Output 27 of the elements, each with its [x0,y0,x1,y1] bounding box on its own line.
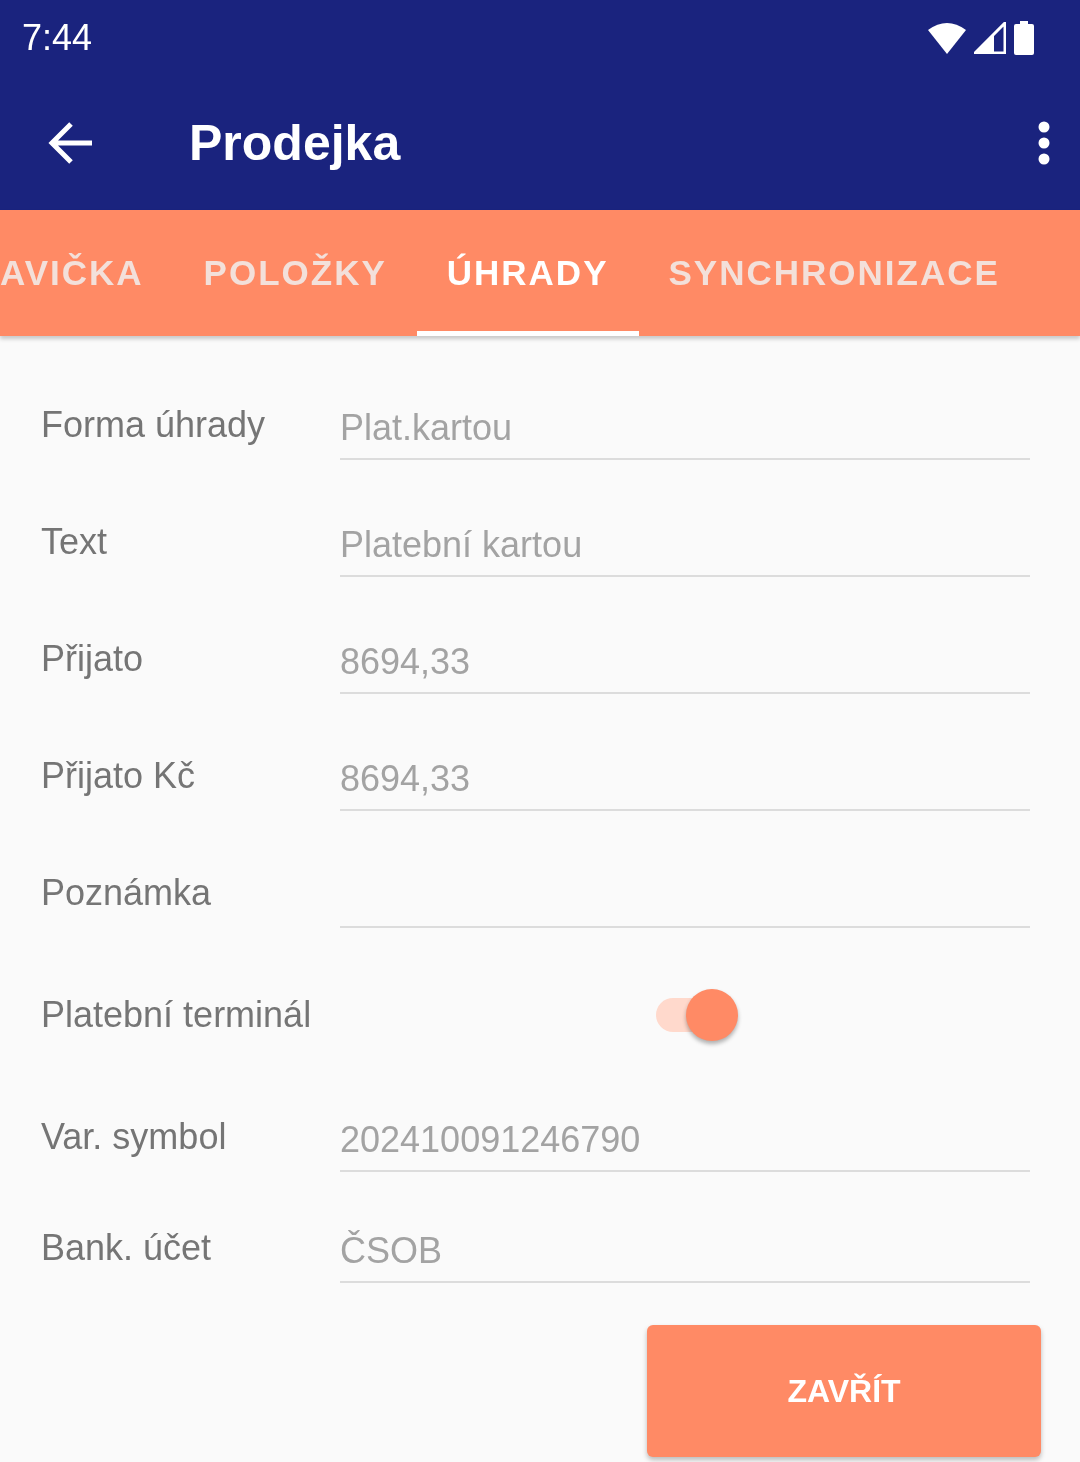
field-label: Přijato Kč [41,754,197,797]
status-time: 7:44 [22,16,93,59]
field-label: Přijato [41,637,145,680]
input-field[interactable]: ČSOB [340,1221,1030,1283]
input-field[interactable]: 8694,33 [340,748,1030,811]
tab[interactable]: POLOŽKY [173,210,417,336]
tab[interactable]: ÚHRADY [416,210,639,336]
toggle-switch[interactable] [656,988,738,1041]
input-field[interactable]: 8694,33 [340,631,1030,694]
field-label: Bank. účet [41,1227,213,1269]
field-label: Text [41,520,109,563]
field-label: Poznámka [41,871,213,914]
app-title: Prodejka [189,113,402,172]
input-field[interactable]: Platební kartou [340,514,1030,577]
more-menu-icon[interactable] [1038,120,1050,165]
tab[interactable]: AVIČKA [0,210,174,336]
battery-icon [1014,20,1034,55]
field-label: Forma úhrady [41,403,267,446]
signal-icon [974,21,1006,54]
input-field[interactable]: Plat.kartou [340,397,1030,460]
input-field[interactable]: 202410091246790 [340,1109,1030,1172]
back-arrow-icon[interactable] [48,119,94,166]
close-button[interactable]: ZAVŘÍT [647,1325,1041,1457]
field-label: Var. symbol [41,1115,228,1158]
wifi-icon [928,21,966,54]
field-label: Platební terminál [41,993,313,1036]
tab[interactable]: SYNCHRONIZACE [638,210,1030,336]
